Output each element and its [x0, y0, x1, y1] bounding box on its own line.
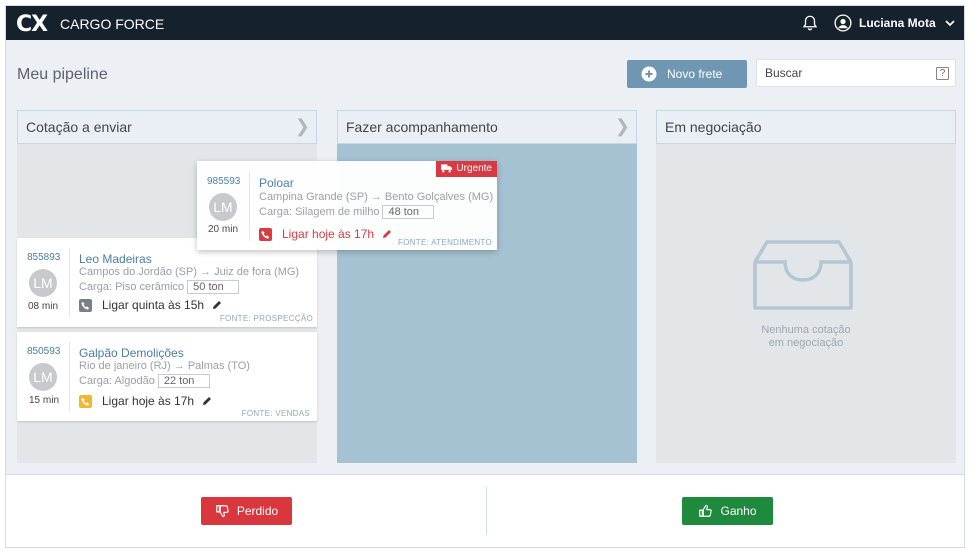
column-em-negociacao: Em negociação Nenhuma cotação em negocia… — [656, 110, 956, 463]
column-title: Fazer acompanhamento — [346, 119, 498, 135]
call-label: Ligar hoje às 17h — [282, 227, 375, 241]
column-header[interactable]: Fazer acompanhamento ❯ — [337, 110, 637, 144]
source-label: FONTE: VENDAS — [241, 409, 310, 418]
column-header[interactable]: Cotação a enviar ❯ — [17, 110, 317, 144]
logo: CX — [16, 12, 48, 37]
route: Campos do Jordão (SP) → Juiz de fora (MG… — [79, 266, 300, 278]
source-label: FONTE: PROSPECÇÃO — [219, 314, 313, 323]
chevron-down-icon[interactable] — [944, 18, 956, 28]
empty-line-2: em negociação — [768, 337, 844, 349]
divider — [249, 171, 250, 241]
chevron-right-icon[interactable]: ❯ — [295, 116, 310, 137]
truck-icon — [441, 164, 453, 173]
app-window: CX CARGO FORCE Luciana Mota Meu pipeline… — [5, 5, 965, 548]
new-freight-button[interactable]: Novo frete — [627, 60, 747, 88]
thumbs-down-icon — [215, 505, 229, 518]
column-header[interactable]: Em negociação — [656, 110, 956, 144]
new-freight-label: Novo frete — [667, 67, 723, 81]
won-button[interactable]: Ganho — [682, 497, 773, 525]
urgent-badge: Urgente — [436, 161, 497, 177]
won-label: Ganho — [720, 504, 757, 518]
phone-icon — [259, 227, 272, 241]
cargo-label: Carga: Algodão — [79, 375, 155, 387]
column-title: Cotação a enviar — [26, 119, 132, 135]
call-reminder[interactable]: Ligar quinta às 15h — [79, 298, 222, 312]
call-label: Ligar quinta às 15h — [102, 298, 205, 312]
divider — [69, 342, 70, 412]
deal-card[interactable]: 855893 LM 08 min Leo Madeiras Campos do … — [17, 238, 317, 327]
brand-name: CARGO FORCE — [60, 16, 165, 32]
call-reminder[interactable]: Ligar hoje às 17h — [79, 394, 212, 408]
elapsed-time: 15 min — [29, 395, 60, 406]
search-box: ? — [756, 59, 956, 87]
phone-icon — [79, 394, 92, 408]
cargo-label: Carga: Silagem de milho — [259, 206, 380, 218]
lost-button[interactable]: Perdido — [201, 497, 292, 525]
deal-id: 855893 — [27, 252, 61, 263]
cargo: Carga: Piso cerâmico 50 ton — [79, 280, 240, 294]
divider — [486, 487, 487, 535]
cargo: Carga: Algodão 22 ton — [79, 374, 210, 388]
plus-circle-icon — [641, 66, 657, 82]
tons-field: 50 ton — [187, 280, 240, 294]
help-icon[interactable]: ? — [936, 67, 949, 80]
search-input[interactable] — [765, 65, 925, 81]
call-reminder[interactable]: Ligar hoje às 17h — [259, 227, 392, 241]
cargo: Carga: Silagem de milho 48 ton — [259, 205, 435, 219]
top-bar: CX CARGO FORCE Luciana Mota — [6, 6, 964, 40]
avatar: LM — [209, 193, 237, 221]
pencil-icon[interactable] — [212, 300, 222, 310]
tons-field: 48 ton — [382, 205, 435, 219]
column-title: Em negociação — [665, 119, 762, 135]
inbox-icon — [753, 240, 853, 310]
source-label: FONTE: ATENDIMENTO — [398, 238, 492, 247]
call-label: Ligar hoje às 17h — [102, 394, 195, 408]
empty-state-text: Nenhuma cotação em negociação — [656, 324, 956, 350]
tons-field: 22 ton — [157, 374, 210, 388]
dragged-deal-card[interactable]: Urgente 985593 LM 20 min Poloar Campina … — [197, 161, 497, 250]
bell-icon[interactable] — [801, 14, 819, 32]
pencil-icon[interactable] — [382, 229, 392, 239]
user-avatar-icon[interactable] — [834, 14, 852, 32]
deal-card[interactable]: 850593 LM 15 min Galpão Demolições Rio d… — [17, 332, 317, 421]
pencil-icon[interactable] — [202, 396, 212, 406]
deal-id: 985593 — [207, 176, 241, 187]
urgent-label: Urgente — [456, 163, 492, 174]
route: Campina Grande (SP) → Bento Golçalves (M… — [259, 191, 494, 203]
avatar: LM — [29, 363, 57, 391]
lost-label: Perdido — [236, 504, 279, 518]
client-name[interactable]: Galpão Demolições — [79, 346, 184, 360]
user-name[interactable]: Luciana Mota — [859, 16, 936, 30]
divider — [69, 248, 70, 318]
page-title: Meu pipeline — [17, 66, 108, 83]
deal-id: 850593 — [27, 346, 61, 357]
thumbs-up-icon — [699, 504, 713, 517]
cargo-label: Carga: Piso cerâmico — [79, 281, 185, 293]
elapsed-time: 20 min — [208, 224, 239, 235]
avatar: LM — [29, 269, 57, 297]
route: Rio de janeiro (RJ) → Palmas (TO) — [79, 360, 250, 372]
client-name[interactable]: Leo Madeiras — [79, 252, 152, 266]
elapsed-time: 08 min — [28, 301, 59, 312]
bottom-action-bar: Perdido Ganho — [6, 474, 964, 547]
empty-line-1: Nenhuma cotação — [761, 324, 851, 336]
client-name[interactable]: Poloar — [259, 176, 294, 190]
phone-icon — [79, 298, 92, 312]
chevron-right-icon[interactable]: ❯ — [615, 116, 630, 137]
